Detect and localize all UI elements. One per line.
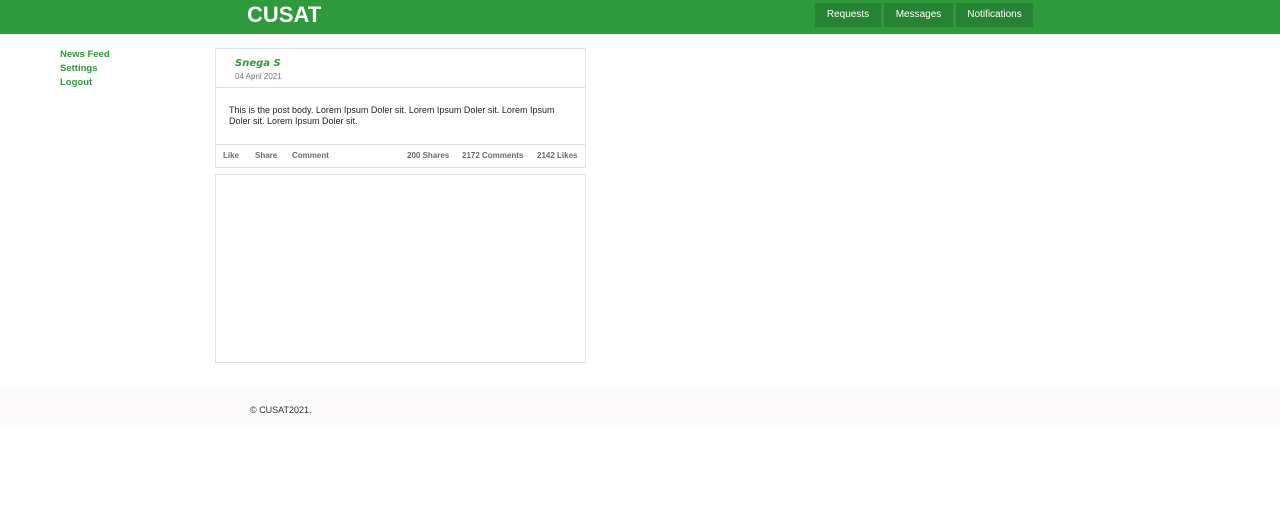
top-navbar: CUSAT Requests Messages Notifications — [0, 0, 1280, 34]
post-header: Snega S 04 April 2021 — [216, 49, 585, 88]
notifications-button[interactable]: Notifications — [956, 3, 1033, 27]
post-author[interactable]: Snega S — [235, 58, 281, 69]
sidebar-item-logout[interactable]: Logout — [60, 76, 110, 90]
comment-button[interactable]: Comment — [292, 151, 329, 160]
sidebar: News Feed Settings Logout — [60, 48, 110, 90]
brand-logo[interactable]: CUSAT — [247, 2, 321, 28]
requests-button[interactable]: Requests — [815, 3, 881, 27]
shares-count: 200 Shares — [407, 151, 450, 160]
post-card: Snega S 04 April 2021 This is the post b… — [215, 48, 586, 168]
empty-post-card — [215, 174, 586, 363]
likes-count: 2142 Likes — [537, 151, 578, 160]
like-button[interactable]: Like — [223, 151, 239, 160]
sidebar-item-settings[interactable]: Settings — [60, 62, 110, 76]
comments-count: 2172 Comments — [462, 151, 524, 160]
post-footer: Like Share Comment 200 Shares 2172 Comme… — [216, 144, 585, 168]
post-body: This is the post body. Lorem Ipsum Doler… — [229, 105, 555, 126]
share-button[interactable]: Share — [255, 151, 277, 160]
messages-button[interactable]: Messages — [884, 3, 953, 27]
page-footer: © CUSAT2021. — [0, 387, 1280, 428]
sidebar-item-news-feed[interactable]: News Feed — [60, 48, 110, 62]
copyright-text: © CUSAT2021. — [250, 405, 312, 415]
post-date: 04 April 2021 — [235, 72, 282, 81]
